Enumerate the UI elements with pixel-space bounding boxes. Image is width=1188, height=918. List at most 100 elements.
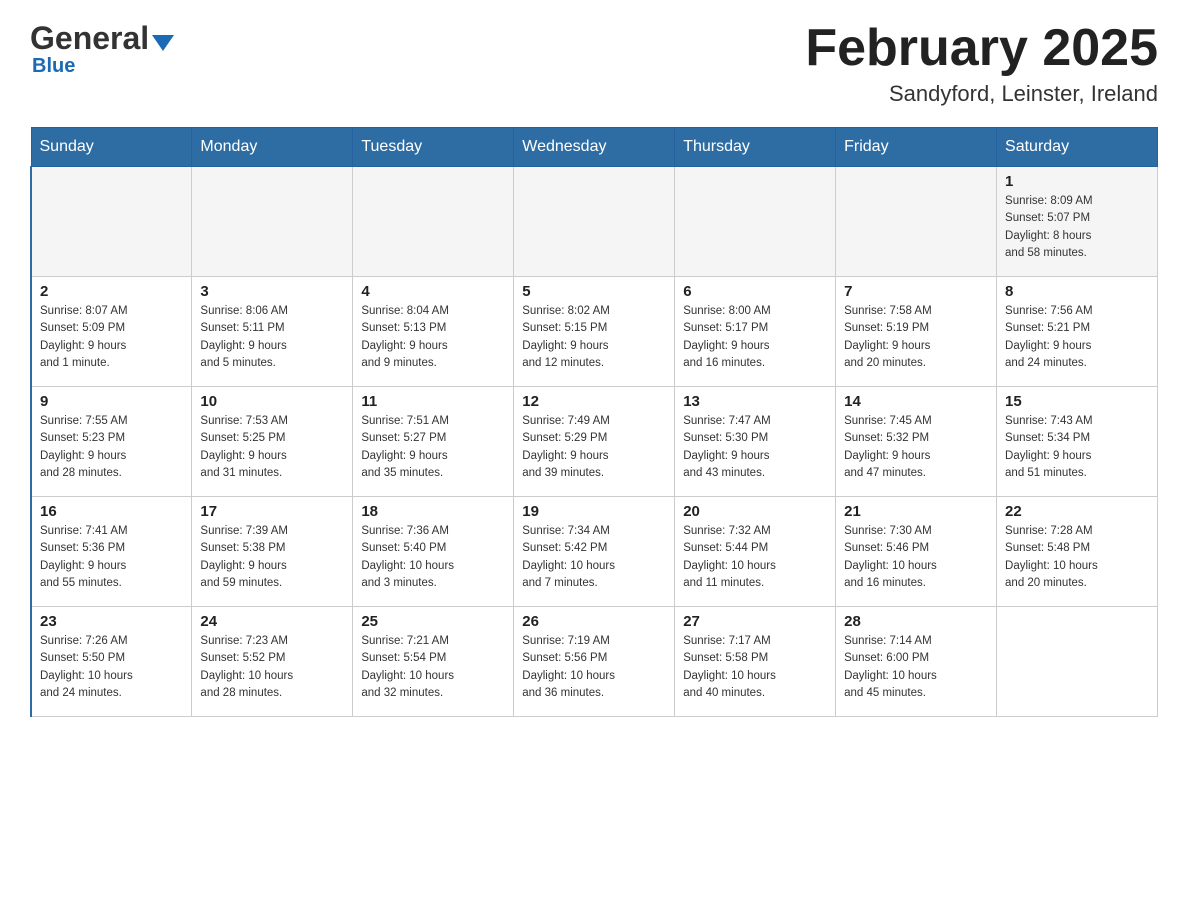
day-info: Sunrise: 7:14 AMSunset: 6:00 PMDaylight:… — [844, 633, 988, 702]
day-info: Sunrise: 7:17 AMSunset: 5:58 PMDaylight:… — [683, 633, 827, 702]
calendar-cell: 12 Sunrise: 7:49 AMSunset: 5:29 PMDayligh… — [514, 387, 675, 497]
calendar-cell — [675, 167, 836, 277]
day-info: Sunrise: 7:26 AMSunset: 5:50 PMDaylight:… — [40, 633, 183, 702]
calendar-cell: 13 Sunrise: 7:47 AMSunset: 5:30 PMDayligh… — [675, 387, 836, 497]
day-number: 16 — [40, 503, 183, 520]
calendar-cell: 18 Sunrise: 7:36 AMSunset: 5:40 PMDayligh… — [353, 497, 514, 607]
calendar-cell: 3Sunrise: 8:06 AMSunset: 5:11 PMDaylight… — [192, 277, 353, 387]
day-info: Sunrise: 7:45 AMSunset: 5:32 PMDaylight:… — [844, 413, 988, 482]
calendar-cell: 20 Sunrise: 7:32 AMSunset: 5:44 PMDayligh… — [675, 497, 836, 607]
logo-general-text: General — [30, 20, 149, 57]
calendar-cell: 27 Sunrise: 7:17 AMSunset: 5:58 PMDayligh… — [675, 607, 836, 717]
day-number: 4 — [361, 283, 505, 300]
day-number: 6 — [683, 283, 827, 300]
day-info: Sunrise: 8:00 AMSunset: 5:17 PMDaylight:… — [683, 303, 827, 372]
day-info: Sunrise: 7:32 AMSunset: 5:44 PMDaylight:… — [683, 523, 827, 592]
day-info: Sunrise: 7:58 AMSunset: 5:19 PMDaylight:… — [844, 303, 988, 372]
day-number: 22 — [1005, 503, 1149, 520]
day-number: 19 — [522, 503, 666, 520]
calendar-cell: 26 Sunrise: 7:19 AMSunset: 5:56 PMDayligh… — [514, 607, 675, 717]
title-area: February 2025 Sandyford, Leinster, Irela… — [805, 20, 1158, 107]
day-number: 24 — [200, 613, 344, 630]
calendar-cell — [31, 167, 192, 277]
logo-triangle-icon — [152, 35, 174, 51]
weekday-header-friday: Friday — [836, 128, 997, 167]
day-number: 27 — [683, 613, 827, 630]
day-number: 15 — [1005, 393, 1149, 410]
day-info: Sunrise: 7:23 AMSunset: 5:52 PMDaylight:… — [200, 633, 344, 702]
calendar-cell: 2 Sunrise: 8:07 AMSunset: 5:09 PMDaylight… — [31, 277, 192, 387]
calendar-cell — [353, 167, 514, 277]
weekday-header-tuesday: Tuesday — [353, 128, 514, 167]
logo-blue-text: Blue — [32, 55, 75, 78]
day-number: 23 — [40, 613, 183, 630]
day-number: 18 — [361, 503, 505, 520]
day-number: 9 — [40, 393, 183, 410]
calendar-cell: 28 Sunrise: 7:14 AMSunset: 6:00 PMDayligh… — [836, 607, 997, 717]
weekday-header-monday: Monday — [192, 128, 353, 167]
day-info: Sunrise: 8:04 AMSunset: 5:13 PMDaylight:… — [361, 303, 505, 372]
weekday-header-sunday: Sunday — [31, 128, 192, 167]
calendar-cell: 19 Sunrise: 7:34 AMSunset: 5:42 PMDayligh… — [514, 497, 675, 607]
calendar-cell: 15 Sunrise: 7:43 AMSunset: 5:34 PMDayligh… — [997, 387, 1158, 497]
calendar-cell — [836, 167, 997, 277]
day-info: Sunrise: 7:49 AMSunset: 5:29 PMDaylight:… — [522, 413, 666, 482]
calendar-cell: 9 Sunrise: 7:55 AMSunset: 5:23 PMDaylight… — [31, 387, 192, 497]
calendar-cell: 16 Sunrise: 7:41 AMSunset: 5:36 PMDayligh… — [31, 497, 192, 607]
day-number: 21 — [844, 503, 988, 520]
day-info: Sunrise: 7:19 AMSunset: 5:56 PMDaylight:… — [522, 633, 666, 702]
calendar-cell: 11 Sunrise: 7:51 AMSunset: 5:27 PMDayligh… — [353, 387, 514, 497]
day-info: Sunrise: 7:51 AMSunset: 5:27 PMDaylight:… — [361, 413, 505, 482]
month-title: February 2025 — [805, 20, 1158, 77]
day-number: 12 — [522, 393, 666, 410]
day-info: Sunrise: 7:55 AMSunset: 5:23 PMDaylight:… — [40, 413, 183, 482]
day-number: 1 — [1005, 173, 1149, 190]
calendar-table: SundayMondayTuesdayWednesdayThursdayFrid… — [30, 127, 1158, 717]
weekday-header-wednesday: Wednesday — [514, 128, 675, 167]
calendar-cell: 4 Sunrise: 8:04 AMSunset: 5:13 PMDaylight… — [353, 277, 514, 387]
logo: General Blue — [30, 20, 174, 78]
day-info: Sunrise: 8:09 AMSunset: 5:07 PMDaylight:… — [1005, 193, 1149, 262]
day-number: 11 — [361, 393, 505, 410]
day-info: Sunrise: 8:07 AMSunset: 5:09 PMDaylight:… — [40, 303, 183, 372]
calendar-cell: 5 Sunrise: 8:02 AMSunset: 5:15 PMDaylight… — [514, 277, 675, 387]
calendar-cell: 6 Sunrise: 8:00 AMSunset: 5:17 PMDaylight… — [675, 277, 836, 387]
day-info: Sunrise: 7:53 AMSunset: 5:25 PMDaylight:… — [200, 413, 344, 482]
calendar-cell: 7 Sunrise: 7:58 AMSunset: 5:19 PMDaylight… — [836, 277, 997, 387]
weekday-header-thursday: Thursday — [675, 128, 836, 167]
day-number: 17 — [200, 503, 344, 520]
day-number: 20 — [683, 503, 827, 520]
calendar-cell: 21Sunrise: 7:30 AMSunset: 5:46 PMDayligh… — [836, 497, 997, 607]
calendar-cell — [997, 607, 1158, 717]
calendar-cell: 8 Sunrise: 7:56 AMSunset: 5:21 PMDaylight… — [997, 277, 1158, 387]
day-number: 3 — [200, 283, 344, 300]
day-number: 26 — [522, 613, 666, 630]
calendar-cell — [514, 167, 675, 277]
calendar-cell: 1 Sunrise: 8:09 AMSunset: 5:07 PMDaylight… — [997, 167, 1158, 277]
day-info: Sunrise: 7:56 AMSunset: 5:21 PMDaylight:… — [1005, 303, 1149, 372]
day-number: 7 — [844, 283, 988, 300]
day-info: Sunrise: 7:47 AMSunset: 5:30 PMDaylight:… — [683, 413, 827, 482]
day-number: 2 — [40, 283, 183, 300]
calendar-cell: 14 Sunrise: 7:45 AMSunset: 5:32 PMDayligh… — [836, 387, 997, 497]
calendar-cell: 25 Sunrise: 7:21 AMSunset: 5:54 PMDayligh… — [353, 607, 514, 717]
day-number: 5 — [522, 283, 666, 300]
calendar-cell: 23 Sunrise: 7:26 AMSunset: 5:50 PMDayligh… — [31, 607, 192, 717]
day-number: 10 — [200, 393, 344, 410]
weekday-header-saturday: Saturday — [997, 128, 1158, 167]
day-number: 25 — [361, 613, 505, 630]
day-number: 28 — [844, 613, 988, 630]
day-info: Sunrise: 7:28 AMSunset: 5:48 PMDaylight:… — [1005, 523, 1149, 592]
calendar-cell: 24 Sunrise: 7:23 AMSunset: 5:52 PMDayligh… — [192, 607, 353, 717]
calendar-cell: 22 Sunrise: 7:28 AMSunset: 5:48 PMDayligh… — [997, 497, 1158, 607]
day-info: Sunrise: 7:34 AMSunset: 5:42 PMDaylight:… — [522, 523, 666, 592]
day-number: 13 — [683, 393, 827, 410]
day-info: Sunrise: 7:36 AMSunset: 5:40 PMDaylight:… — [361, 523, 505, 592]
day-number: 14 — [844, 393, 988, 410]
calendar-cell: 10 Sunrise: 7:53 AMSunset: 5:25 PMDayligh… — [192, 387, 353, 497]
day-info: Sunrise: 7:41 AMSunset: 5:36 PMDaylight:… — [40, 523, 183, 592]
day-info: Sunrise: 8:02 AMSunset: 5:15 PMDaylight:… — [522, 303, 666, 372]
day-info: Sunrise: 7:21 AMSunset: 5:54 PMDaylight:… — [361, 633, 505, 702]
day-number: 8 — [1005, 283, 1149, 300]
day-info: Sunrise: 7:43 AMSunset: 5:34 PMDaylight:… — [1005, 413, 1149, 482]
